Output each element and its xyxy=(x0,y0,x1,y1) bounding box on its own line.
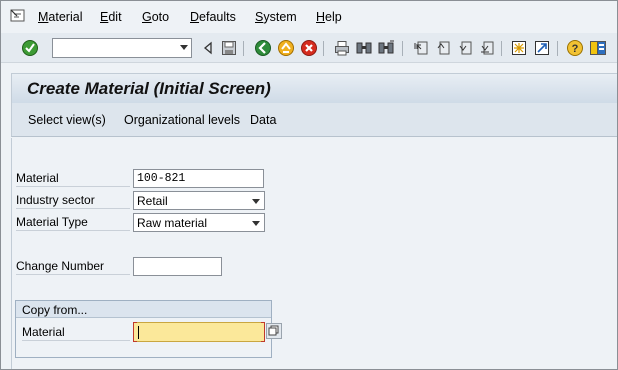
sap-window: Material Edit Goto Defaults System Help xyxy=(0,0,618,370)
help-icon[interactable]: ? xyxy=(565,38,585,58)
menu-material[interactable]: Material xyxy=(38,10,82,24)
exit-icon[interactable] xyxy=(276,38,296,58)
menu-system[interactable]: System xyxy=(255,10,297,24)
select-views-button[interactable]: Select view(s) xyxy=(28,113,106,127)
text-cursor xyxy=(138,326,139,339)
material-type-label: Material Type xyxy=(16,215,130,231)
menu-edit[interactable]: Edit xyxy=(100,10,122,24)
data-button[interactable]: Data xyxy=(250,113,276,127)
industry-sector-value: Retail xyxy=(137,194,168,208)
collapse-icon[interactable] xyxy=(198,38,218,58)
shortcut-icon[interactable] xyxy=(532,38,552,58)
find-next-icon[interactable] xyxy=(376,38,396,58)
toolbar-separator xyxy=(243,41,244,56)
toolbar-separator xyxy=(557,41,558,56)
chevron-down-icon[interactable] xyxy=(180,45,188,50)
chevron-down-icon[interactable] xyxy=(252,221,260,226)
create-session-icon[interactable] xyxy=(509,38,529,58)
layout-menu-icon[interactable] xyxy=(588,38,608,58)
material-type-value: Raw material xyxy=(137,216,208,230)
toolbar-separator xyxy=(402,41,403,56)
copy-from-material-input[interactable] xyxy=(133,322,265,342)
find-icon[interactable] xyxy=(354,38,374,58)
field-bracket-left xyxy=(133,322,137,342)
system-menu-icon[interactable] xyxy=(9,7,27,25)
save-icon[interactable] xyxy=(219,38,239,58)
application-toolbar: Select view(s) Organizational levels Dat… xyxy=(11,103,617,137)
change-number-input[interactable] xyxy=(133,257,222,276)
menu-defaults[interactable]: Defaults xyxy=(190,10,236,24)
industry-sector-select[interactable]: Retail xyxy=(133,191,265,210)
svg-text:?: ? xyxy=(572,43,579,55)
organizational-levels-button[interactable]: Organizational levels xyxy=(124,113,240,127)
menu-help[interactable]: Help xyxy=(316,10,342,24)
change-number-label: Change Number xyxy=(16,259,130,275)
last-page-icon[interactable] xyxy=(477,38,497,58)
enter-check-icon[interactable] xyxy=(20,38,40,58)
material-label: Material xyxy=(16,171,130,187)
page-title: Create Material (Initial Screen) xyxy=(27,79,271,98)
back-icon[interactable] xyxy=(253,38,273,58)
command-field[interactable] xyxy=(52,38,192,58)
next-page-icon[interactable] xyxy=(455,38,475,58)
print-icon[interactable] xyxy=(332,38,352,58)
field-bracket-right xyxy=(261,322,265,342)
title-bar: Create Material (Initial Screen) xyxy=(11,73,617,103)
possible-entries-icon xyxy=(268,325,279,336)
industry-sector-label: Industry sector xyxy=(16,193,130,209)
toolbar-separator xyxy=(501,41,502,56)
cancel-icon[interactable] xyxy=(299,38,319,58)
material-input[interactable]: 100-821 xyxy=(133,169,264,188)
toolbar-separator xyxy=(323,41,324,56)
copy-from-header: Copy from... xyxy=(16,301,271,318)
material-type-select[interactable]: Raw material xyxy=(133,213,265,232)
chevron-down-icon[interactable] xyxy=(252,199,260,204)
menu-bar: Material Edit Goto Defaults System Help xyxy=(1,1,617,33)
copy-from-material-label: Material xyxy=(22,325,130,341)
previous-page-icon[interactable] xyxy=(433,38,453,58)
standard-toolbar: ? xyxy=(1,33,617,63)
menu-goto[interactable]: Goto xyxy=(142,10,169,24)
first-page-icon[interactable] xyxy=(411,38,431,58)
possible-entries-button[interactable] xyxy=(266,323,282,339)
